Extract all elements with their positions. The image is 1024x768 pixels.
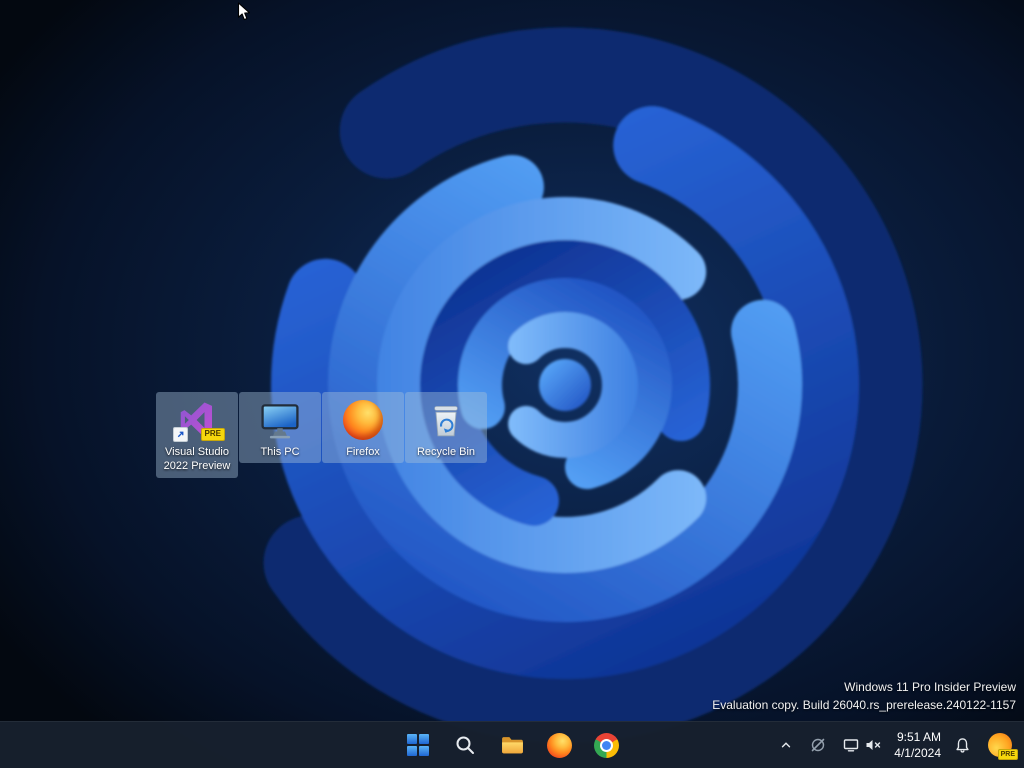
clock-time: 9:51 AM <box>896 729 941 744</box>
firefox-icon <box>341 398 385 442</box>
display-icon <box>844 739 859 752</box>
pre-badge: PRE <box>200 428 225 441</box>
system-tray: 9:51 AM 4/1/2024 PRE <box>775 722 1020 768</box>
search-icon <box>456 736 474 754</box>
clock[interactable]: 9:51 AM 4/1/2024 <box>894 729 941 761</box>
recycle-bin-icon <box>424 398 468 442</box>
desktop-icon-grid: PRE Visual Studio 2022 Preview This PC F… <box>156 392 488 478</box>
windows-watermark: Windows 11 Pro Insider Preview Evaluatio… <box>712 679 1016 714</box>
watermark-line-1: Windows 11 Pro Insider Preview <box>844 680 1016 695</box>
desktop-icon-visual-studio[interactable]: PRE Visual Studio 2022 Preview <box>156 392 238 478</box>
desktop-icon-this-pc[interactable]: This PC <box>239 392 321 464</box>
file-explorer-icon <box>501 736 523 753</box>
start-button[interactable] <box>401 728 435 762</box>
chevron-up-icon <box>782 742 791 748</box>
search-button[interactable] <box>448 728 482 762</box>
widgets-weather-icon: PRE <box>988 733 1018 760</box>
windows-logo-icon <box>407 734 429 756</box>
desktop-icon-label: This PC <box>260 446 300 458</box>
desktop-icon-label: Recycle Bin <box>416 446 476 458</box>
desktop[interactable]: PRE Visual Studio 2022 Preview This PC F… <box>0 0 1024 768</box>
notification-bell-icon <box>956 737 969 753</box>
chrome-icon <box>593 732 619 758</box>
desktop-icon-firefox[interactable]: Firefox <box>322 392 404 464</box>
network-offline-button[interactable] <box>806 733 830 757</box>
desktop-icon-recycle-bin[interactable]: Recycle Bin <box>405 392 487 464</box>
visual-studio-icon: PRE <box>173 398 225 442</box>
watermark-line-2: Evaluation copy. Build 26040.rs_prerelea… <box>712 697 1016 712</box>
clock-date: 4/1/2024 <box>894 746 941 760</box>
desktop-icon-label: Visual Studio 2022 Preview <box>163 446 231 473</box>
file-explorer-button[interactable] <box>495 728 529 762</box>
network-offline-icon <box>811 738 825 752</box>
tray-chevron-button[interactable] <box>775 734 797 756</box>
taskbar-center-buttons <box>401 722 623 768</box>
firefox-taskbar-button[interactable] <box>542 728 576 762</box>
volume-muted-icon <box>866 740 881 750</box>
quick-settings-button[interactable] <box>839 733 885 757</box>
widgets-pre-button[interactable]: PRE <box>984 729 1018 761</box>
chrome-taskbar-button[interactable] <box>589 728 623 762</box>
shortcut-arrow-icon <box>173 427 188 442</box>
firefox-icon <box>546 732 572 758</box>
taskbar: 9:51 AM 4/1/2024 PRE <box>0 721 1024 768</box>
notification-button[interactable] <box>950 733 975 758</box>
tray-pre-badge: PRE <box>997 748 1018 760</box>
desktop-icon-label: Firefox <box>346 446 380 458</box>
this-pc-icon <box>258 398 302 442</box>
wallpaper-bloom <box>0 0 1024 768</box>
